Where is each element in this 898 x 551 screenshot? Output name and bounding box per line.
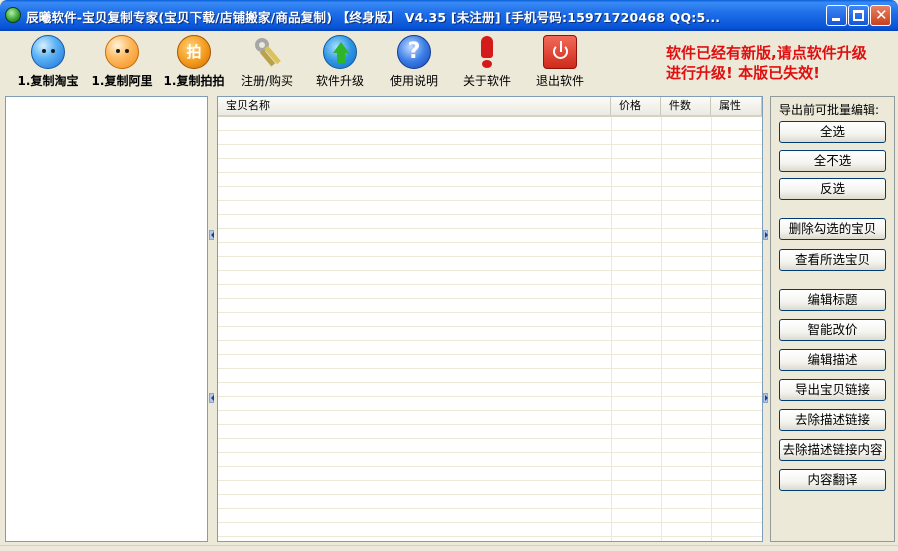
right-splitter[interactable] xyxy=(763,96,769,542)
table-row xyxy=(218,187,762,201)
register-buy-label: 注册/购买 xyxy=(240,74,294,88)
table-row xyxy=(218,397,762,411)
table-row xyxy=(218,495,762,509)
batch-edit-panel: 导出前可批量编辑: 全选 全不选 反选 删除勾选的宝贝 查看所选宝贝 编辑标题 … xyxy=(770,96,895,542)
table-row xyxy=(218,285,762,299)
help-icon: ? xyxy=(397,35,431,69)
table-row xyxy=(218,117,762,131)
table-row xyxy=(218,243,762,257)
copy-taobao-label: 1.复制淘宝 xyxy=(17,74,79,88)
view-selected-button[interactable]: 查看所选宝贝 xyxy=(779,249,886,271)
right-splitter-grip[interactable] xyxy=(763,230,768,240)
select-all-button[interactable]: 全选 xyxy=(779,121,886,143)
table-row xyxy=(218,215,762,229)
column-header-name[interactable]: 宝贝名称 xyxy=(218,97,611,115)
table-row xyxy=(218,453,762,467)
left-splitter-grip-lower[interactable] xyxy=(209,393,214,403)
about-label: 关于软件 xyxy=(462,74,511,88)
table-row xyxy=(218,467,762,481)
exit-button[interactable]: 退出软件 xyxy=(529,35,591,89)
table-row xyxy=(218,425,762,439)
table-row xyxy=(218,131,762,145)
copy-alibaba-label: 1.复制阿里 xyxy=(91,74,153,88)
copy-alibaba-button[interactable]: 1.复制阿里 xyxy=(88,35,156,89)
title-bar[interactable]: 辰曦软件-宝贝复制专家(宝贝下载/店铺搬家/商品复制) 【终身版】 V4.35 … xyxy=(0,0,898,31)
table-row xyxy=(218,411,762,425)
copy-paipai-label: 1.复制拍拍 xyxy=(163,74,225,88)
category-list-pane[interactable] xyxy=(5,96,208,542)
table-row xyxy=(218,257,762,271)
maximize-icon xyxy=(853,10,864,21)
close-icon: ✕ xyxy=(875,6,888,24)
minimize-icon xyxy=(832,18,840,21)
maximize-button[interactable] xyxy=(848,5,869,26)
select-none-button[interactable]: 全不选 xyxy=(779,150,886,172)
smart-price-button[interactable]: 智能改价 xyxy=(779,319,886,341)
close-button[interactable]: ✕ xyxy=(870,5,891,26)
table-row xyxy=(218,313,762,327)
table-row xyxy=(218,509,762,523)
help-button[interactable]: ? 使用说明 xyxy=(383,35,445,89)
column-header-attributes[interactable]: 属性 xyxy=(711,97,762,115)
table-row xyxy=(218,271,762,285)
column-header-quantity[interactable]: 件数 xyxy=(661,97,711,115)
app-icon xyxy=(5,7,21,23)
upgrade-notice: 软件已经有新版,请点软件升级 进行升级! 本版已失效! xyxy=(666,43,896,83)
table-row xyxy=(218,229,762,243)
minimize-button[interactable] xyxy=(826,5,847,26)
left-splitter-grip[interactable] xyxy=(209,230,214,240)
left-splitter[interactable] xyxy=(209,96,215,542)
edit-description-button[interactable]: 编辑描述 xyxy=(779,349,886,371)
exit-label: 退出软件 xyxy=(535,74,584,88)
taobao-icon xyxy=(31,35,65,69)
alibaba-icon xyxy=(105,35,139,69)
upgrade-button[interactable]: 软件升级 xyxy=(309,35,371,89)
edit-title-button[interactable]: 编辑标题 xyxy=(779,289,886,311)
table-row xyxy=(218,327,762,341)
about-icon xyxy=(470,35,504,69)
upgrade-notice-line1: 软件已经有新版,请点软件升级 xyxy=(666,44,867,62)
status-bar xyxy=(0,545,898,551)
table-row xyxy=(218,537,762,541)
translate-content-button[interactable]: 内容翻译 xyxy=(779,469,886,491)
remove-desc-links-button[interactable]: 去除描述链接 xyxy=(779,409,886,431)
table-row xyxy=(218,369,762,383)
table-row xyxy=(218,341,762,355)
batch-edit-header: 导出前可批量编辑: xyxy=(779,103,880,117)
export-links-button[interactable]: 导出宝贝链接 xyxy=(779,379,886,401)
remove-desc-link-content-button[interactable]: 去除描述链接内容 xyxy=(779,439,886,461)
item-table[interactable]: 宝贝名称 价格 件数 属性 xyxy=(217,96,763,542)
table-row xyxy=(218,145,762,159)
table-row xyxy=(218,523,762,537)
help-label: 使用说明 xyxy=(389,74,438,88)
upgrade-notice-line2: 进行升级! 本版已失效! xyxy=(666,64,820,82)
copy-taobao-button[interactable]: 1.复制淘宝 xyxy=(14,35,82,89)
table-row xyxy=(218,201,762,215)
invert-selection-button[interactable]: 反选 xyxy=(779,178,886,200)
table-row xyxy=(218,481,762,495)
register-buy-button[interactable]: 注册/购买 xyxy=(236,35,298,89)
about-button[interactable]: 关于软件 xyxy=(456,35,518,89)
upgrade-label: 软件升级 xyxy=(315,74,364,88)
paipai-icon: 拍 xyxy=(177,35,211,69)
exit-icon xyxy=(543,35,577,69)
right-splitter-grip-lower[interactable] xyxy=(763,393,768,403)
table-row xyxy=(218,439,762,453)
key-icon xyxy=(250,35,284,69)
table-row xyxy=(218,383,762,397)
table-row xyxy=(218,299,762,313)
table-row xyxy=(218,173,762,187)
window-title: 辰曦软件-宝贝复制专家(宝贝下载/店铺搬家/商品复制) 【终身版】 V4.35 … xyxy=(26,10,721,25)
delete-checked-button[interactable]: 删除勾选的宝贝 xyxy=(779,218,886,240)
column-header-price[interactable]: 价格 xyxy=(611,97,661,115)
copy-paipai-button[interactable]: 拍 1.复制拍拍 xyxy=(160,35,228,89)
upgrade-icon xyxy=(323,35,357,69)
table-row xyxy=(218,355,762,369)
table-row xyxy=(218,159,762,173)
table-header: 宝贝名称 价格 件数 属性 xyxy=(218,97,762,117)
